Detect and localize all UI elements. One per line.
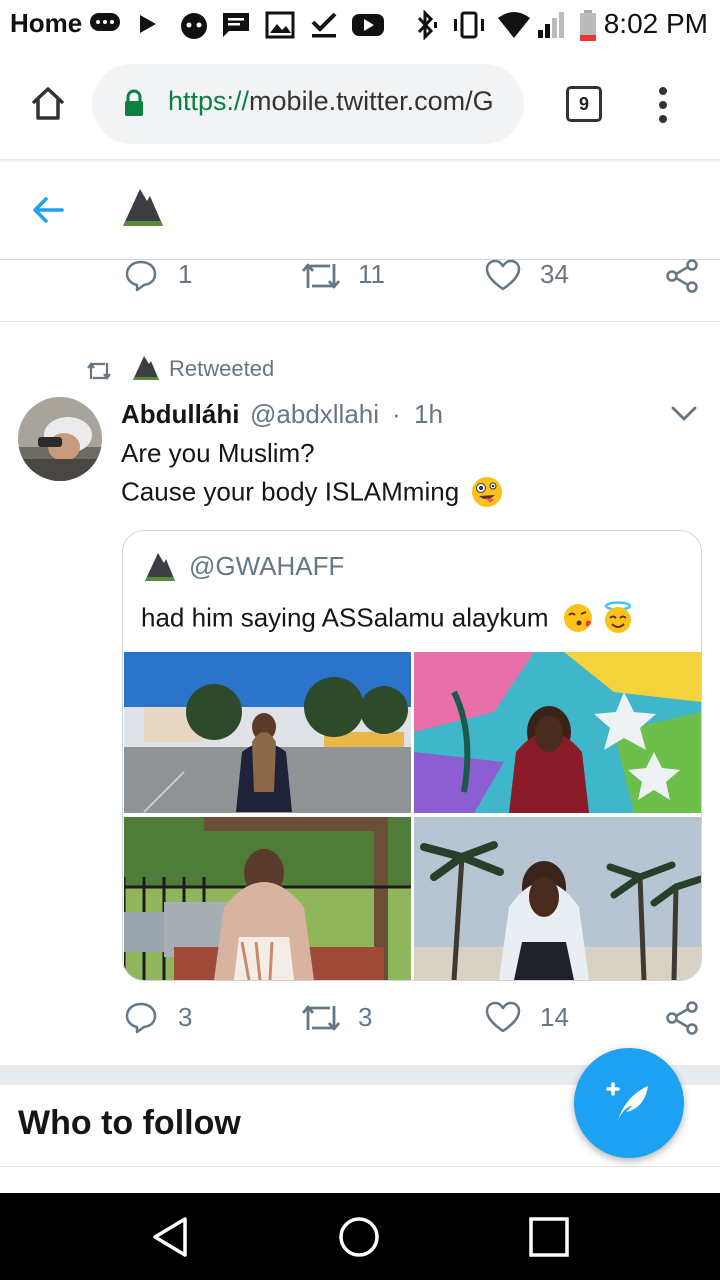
kebab-menu-icon[interactable] bbox=[656, 86, 670, 124]
author-name[interactable]: Abdulláhi bbox=[121, 399, 239, 430]
halo-face-emoji-icon bbox=[601, 601, 635, 635]
meta-separator: · bbox=[392, 399, 401, 429]
android-nav-bar bbox=[0, 1193, 720, 1280]
like-count: 34 bbox=[540, 259, 569, 289]
reply-count: 3 bbox=[178, 1002, 193, 1032]
share-icon[interactable] bbox=[664, 1000, 700, 1036]
retweet-count: 3 bbox=[358, 1002, 373, 1032]
quoted-text: had him saying ASSalamu alaykum bbox=[141, 602, 549, 633]
download-done-icon bbox=[308, 10, 340, 40]
nav-back-icon[interactable] bbox=[150, 1215, 190, 1259]
quoted-photo-2[interactable] bbox=[414, 652, 701, 813]
battery-icon bbox=[578, 10, 598, 42]
nav-recents-icon[interactable] bbox=[529, 1217, 569, 1257]
status-home-label: Home bbox=[10, 8, 83, 38]
retweet-count: 11 bbox=[358, 259, 385, 289]
signal-icon bbox=[536, 10, 568, 40]
retweet-small-icon bbox=[86, 360, 112, 382]
profile-mountain-icon[interactable] bbox=[120, 186, 166, 228]
wifi-icon bbox=[496, 10, 532, 40]
tab-switcher-button[interactable]: 9 bbox=[566, 86, 602, 122]
section-divider bbox=[0, 1166, 720, 1167]
retweet-icon[interactable] bbox=[300, 1002, 342, 1034]
like-icon[interactable] bbox=[484, 1000, 522, 1034]
like-icon[interactable] bbox=[484, 258, 522, 292]
lock-icon bbox=[122, 88, 146, 118]
retweeter-mountain-icon bbox=[131, 354, 161, 382]
tweet-text-line-2: Cause your body ISLAMming bbox=[121, 476, 460, 507]
compose-tweet-button[interactable] bbox=[574, 1048, 684, 1158]
share-icon[interactable] bbox=[664, 258, 700, 294]
quoted-photo-1[interactable] bbox=[124, 652, 411, 813]
reply-icon[interactable] bbox=[124, 1000, 158, 1034]
reddit-icon bbox=[178, 10, 210, 40]
nav-home-icon[interactable] bbox=[338, 1216, 380, 1258]
quoted-photo-4[interactable] bbox=[414, 817, 701, 980]
vibrate-icon bbox=[450, 10, 488, 40]
back-arrow-icon[interactable] bbox=[30, 192, 66, 228]
tweet-text-line-2-row: Cause your body ISLAMming bbox=[121, 475, 504, 509]
status-time: 8:02 PM bbox=[603, 8, 708, 39]
tweet-time[interactable]: 1h bbox=[414, 399, 443, 430]
quoted-author-handle: @GWAHAFF bbox=[189, 551, 345, 581]
retweet-icon[interactable] bbox=[300, 260, 342, 292]
quoted-text-row: had him saying ASSalamu alaykum bbox=[141, 601, 635, 635]
twitter-header bbox=[0, 162, 720, 260]
who-to-follow-heading: Who to follow bbox=[18, 1104, 241, 1142]
quoted-mountain-icon bbox=[143, 551, 177, 583]
bluetooth-icon bbox=[412, 10, 440, 40]
author-handle[interactable]: @abdxllahi bbox=[250, 399, 379, 430]
url-scheme: https:// bbox=[168, 86, 250, 116]
status-bar: Home 8:02 PM bbox=[0, 0, 720, 50]
like-count: 14 bbox=[540, 1002, 569, 1032]
url-text[interactable]: https://mobile.twitter.com/G bbox=[168, 86, 508, 122]
quoted-tweet-card[interactable]: @GWAHAFF had him saying ASSalamu alaykum bbox=[122, 530, 702, 981]
address-bar[interactable]: https://mobile.twitter.com/G bbox=[92, 64, 524, 144]
kiss-face-emoji-icon bbox=[562, 602, 594, 634]
play-store-icon bbox=[138, 13, 158, 35]
chevron-down-icon[interactable] bbox=[670, 404, 698, 424]
avatar[interactable] bbox=[18, 397, 102, 481]
gallery-icon bbox=[264, 10, 296, 40]
message-icon bbox=[220, 10, 252, 40]
tweet-divider bbox=[0, 321, 720, 322]
compose-icon bbox=[604, 1080, 654, 1126]
url-host: mobile.twitter.com/G bbox=[249, 86, 494, 116]
zany-face-emoji-icon bbox=[470, 475, 504, 509]
retweeted-label: Retweeted bbox=[169, 356, 275, 381]
home-icon[interactable] bbox=[28, 84, 68, 124]
browser-toolbar: https://mobile.twitter.com/G 9 bbox=[0, 50, 720, 160]
chat-notification-icon bbox=[88, 10, 122, 38]
reply-count: 1 bbox=[178, 259, 193, 289]
reply-icon[interactable] bbox=[124, 258, 158, 292]
youtube-icon bbox=[350, 10, 386, 40]
quoted-photo-3[interactable] bbox=[124, 817, 411, 980]
tweet-text-line-1: Are you Muslim? bbox=[121, 438, 315, 468]
